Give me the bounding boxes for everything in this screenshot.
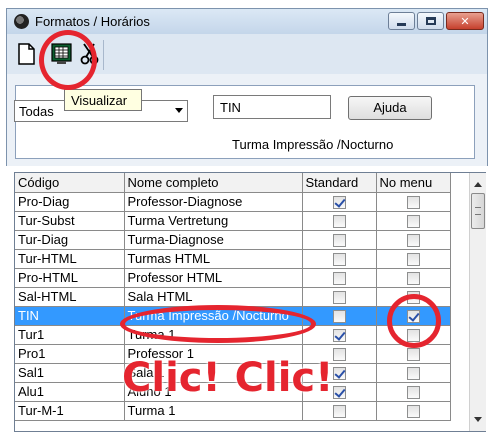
- row-code: Pro-HTML: [15, 268, 125, 288]
- clock-icon: [14, 14, 29, 29]
- row-menu-cell: [376, 363, 451, 383]
- standard-checkbox[interactable]: [332, 329, 346, 342]
- code-field-value: TIN: [220, 100, 241, 115]
- click-annotation: Clic! Clic!: [122, 355, 334, 401]
- row-code: Sal1: [15, 363, 125, 383]
- standard-checkbox[interactable]: [332, 272, 346, 285]
- standard-checkbox[interactable]: [332, 348, 346, 361]
- row-name: Turma-Diagnose: [124, 230, 303, 250]
- row-code: Pro1: [15, 344, 125, 364]
- standard-checkbox[interactable]: [332, 215, 346, 228]
- table-row[interactable]: Pro-HTML Professor HTML: [15, 268, 451, 288]
- column-header-codigo[interactable]: Código: [15, 173, 125, 193]
- table-row[interactable]: Tur-Diag Turma-Diagnose: [15, 230, 451, 250]
- row-menu-cell: [376, 401, 451, 421]
- row-standard-cell: [302, 211, 377, 231]
- row-menu-cell: [376, 211, 451, 231]
- row-menu-cell: [376, 268, 451, 288]
- standard-checkbox[interactable]: [332, 405, 346, 418]
- standard-checkbox[interactable]: [332, 234, 346, 247]
- maximize-icon: [425, 17, 436, 25]
- row-code: Tur-M-1: [15, 401, 125, 421]
- row-standard-cell: [302, 249, 377, 269]
- row-code: Tur-HTML: [15, 249, 125, 269]
- table-header: Código Nome completo Standard No menu: [15, 173, 451, 193]
- formatos-window: Formatos / Horários ✕ Todas Visualizar T…: [0, 0, 496, 435]
- no-menu-checkbox[interactable]: [406, 234, 420, 247]
- scroll-thumb[interactable]: [471, 193, 485, 229]
- highlight-circle-selected-name: [120, 305, 316, 343]
- highlight-circle-view-button: [39, 30, 97, 90]
- row-name: Sala HTML: [124, 287, 303, 307]
- table-row[interactable]: Pro-Diag Professor-Diagnose: [15, 192, 451, 212]
- row-code: Alu1: [15, 382, 125, 402]
- category-select-value: Todas: [19, 104, 54, 119]
- new-document-icon[interactable]: [16, 42, 38, 66]
- no-menu-checkbox[interactable]: [406, 386, 420, 399]
- row-code: Tur-Diag: [15, 230, 125, 250]
- row-standard-cell: [302, 268, 377, 288]
- row-standard-cell: [302, 192, 377, 212]
- no-menu-checkbox[interactable]: [406, 367, 420, 380]
- row-name: Professor-Diagnose: [124, 192, 303, 212]
- code-field[interactable]: TIN: [213, 95, 331, 119]
- scroll-down-icon[interactable]: [474, 417, 482, 422]
- column-header-standard[interactable]: Standard: [302, 173, 377, 193]
- close-icon: ✕: [460, 15, 470, 28]
- row-name: Turma 1: [124, 401, 303, 421]
- no-menu-checkbox[interactable]: [406, 196, 420, 209]
- chevron-down-icon: [175, 108, 183, 113]
- minimize-icon: [397, 22, 406, 26]
- highlight-circle-menu-checkbox: [387, 294, 441, 348]
- window-title: Formatos / Horários: [35, 14, 150, 29]
- minimize-button[interactable]: [388, 12, 415, 30]
- vertical-scrollbar[interactable]: [469, 173, 486, 431]
- no-menu-checkbox[interactable]: [406, 272, 420, 285]
- toolbar-separator: [103, 40, 104, 70]
- table-row[interactable]: Tur-Subst Turma Vertretung: [15, 211, 451, 231]
- standard-checkbox[interactable]: [332, 253, 346, 266]
- no-menu-checkbox[interactable]: [406, 348, 420, 361]
- row-code: Sal-HTML: [15, 287, 125, 307]
- row-standard-cell: [302, 287, 377, 307]
- standard-checkbox[interactable]: [332, 291, 346, 304]
- table-row[interactable]: Tur-M-1 Turma 1: [15, 401, 451, 421]
- row-code: Pro-Diag: [15, 192, 125, 212]
- row-menu-cell: [376, 382, 451, 402]
- maximize-button[interactable]: [417, 12, 444, 30]
- row-name: Turmas HTML: [124, 249, 303, 269]
- standard-checkbox[interactable]: [332, 310, 346, 323]
- row-standard-cell: [302, 230, 377, 250]
- scroll-up-icon[interactable]: [474, 182, 482, 187]
- title-bar: Formatos / Horários ✕: [6, 8, 488, 34]
- standard-checkbox[interactable]: [332, 196, 346, 209]
- format-description: Turma Impressão /Nocturno: [232, 137, 394, 152]
- no-menu-checkbox[interactable]: [406, 253, 420, 266]
- help-button[interactable]: Ajuda: [348, 96, 432, 120]
- row-name: Turma Vertretung: [124, 211, 303, 231]
- no-menu-checkbox[interactable]: [406, 215, 420, 228]
- row-code: TIN: [15, 306, 125, 326]
- row-menu-cell: [376, 230, 451, 250]
- standard-checkbox[interactable]: [332, 367, 346, 380]
- row-code: Tur-Subst: [15, 211, 125, 231]
- row-code: Tur1: [15, 325, 125, 345]
- table-row[interactable]: Tur-HTML Turmas HTML: [15, 249, 451, 269]
- row-name: Professor HTML: [124, 268, 303, 288]
- table-row[interactable]: Sal-HTML Sala HTML: [15, 287, 451, 307]
- standard-checkbox[interactable]: [332, 386, 346, 399]
- column-header-menu[interactable]: No menu: [376, 173, 451, 193]
- row-standard-cell: [302, 401, 377, 421]
- close-button[interactable]: ✕: [446, 12, 484, 30]
- row-menu-cell: [376, 249, 451, 269]
- tooltip-visualizar: Visualizar: [64, 89, 142, 111]
- column-header-nome[interactable]: Nome completo: [124, 173, 303, 193]
- no-menu-checkbox[interactable]: [406, 405, 420, 418]
- row-menu-cell: [376, 192, 451, 212]
